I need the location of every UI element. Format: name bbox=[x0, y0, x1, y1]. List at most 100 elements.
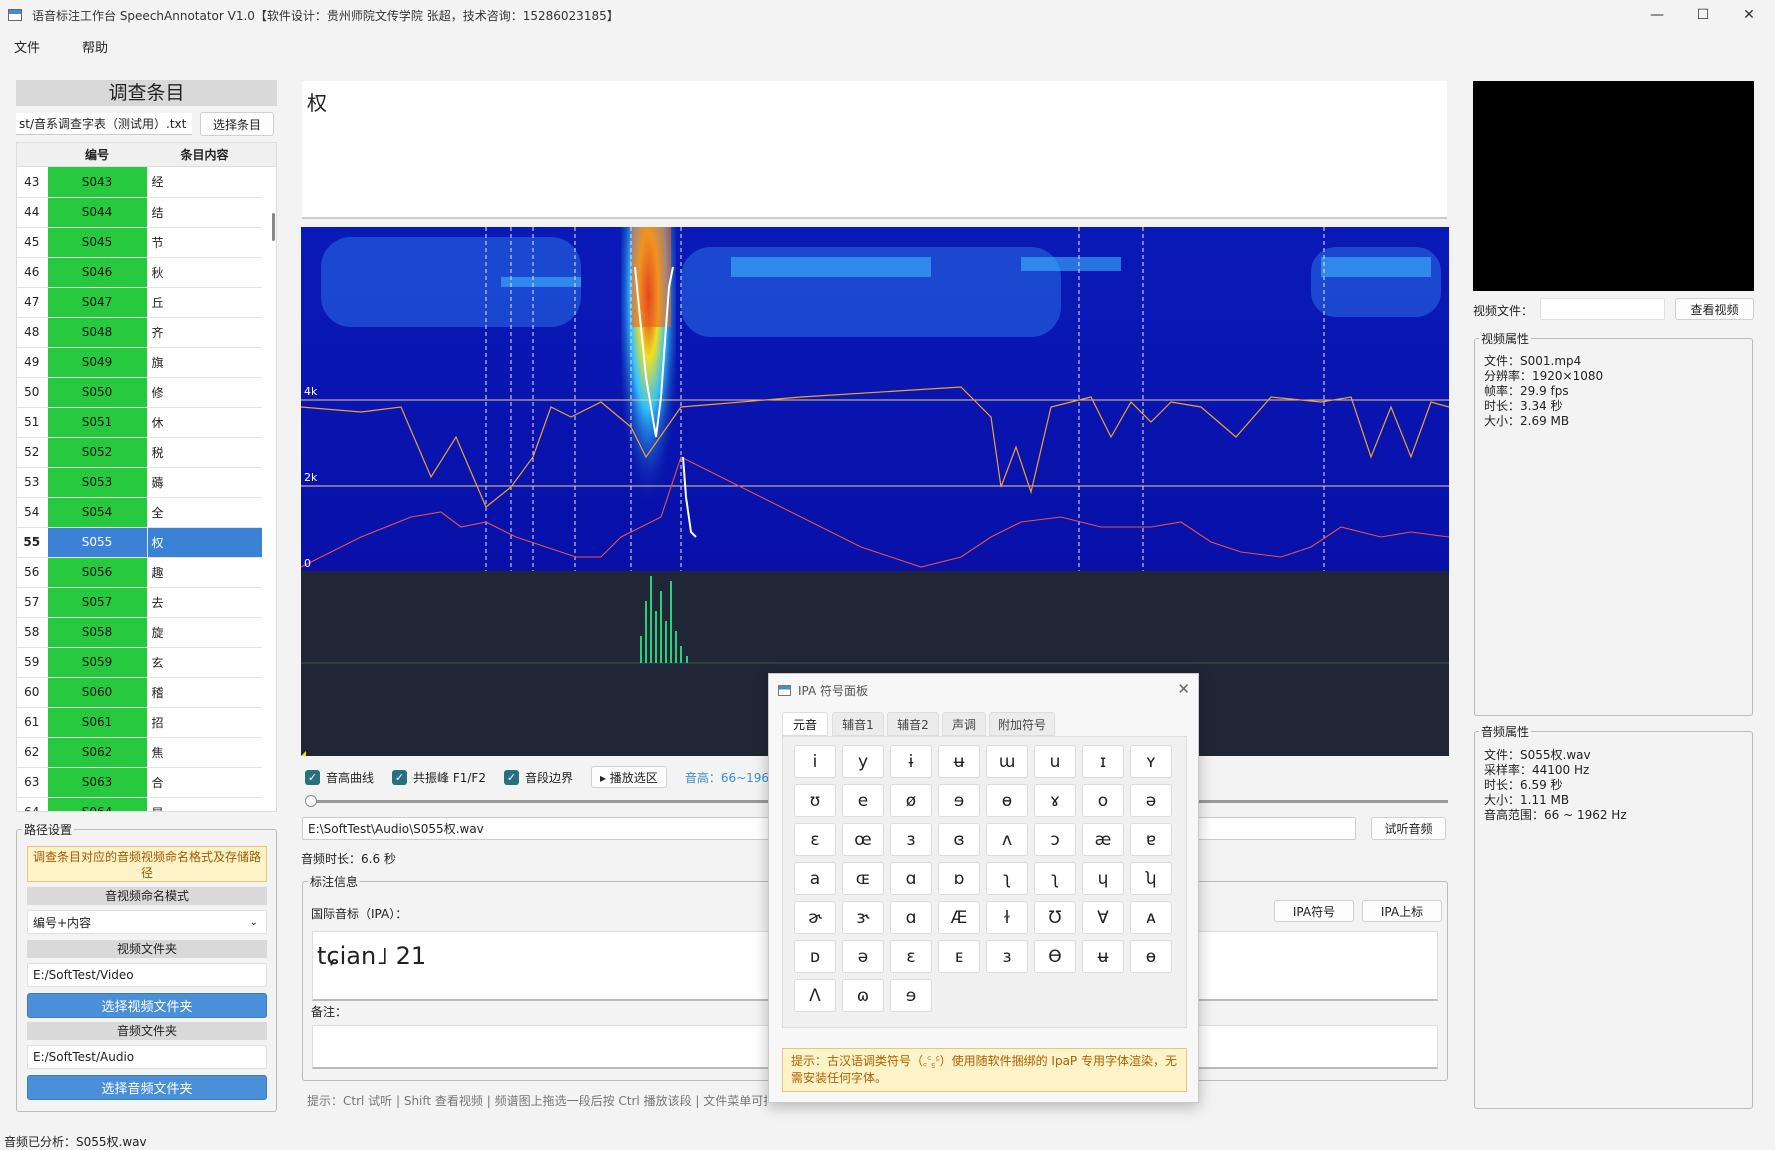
ipa-key[interactable]: ɨ bbox=[890, 745, 932, 778]
menu-help[interactable]: 帮助 bbox=[54, 37, 122, 56]
view-video-button[interactable]: 查看视频 bbox=[1675, 298, 1754, 320]
row-content[interactable]: 趣 bbox=[146, 557, 262, 588]
row-code[interactable]: S064 bbox=[46, 797, 147, 811]
tab-tone[interactable]: 声调 bbox=[942, 712, 986, 736]
table-row[interactable]: 44 S044 结 bbox=[17, 197, 262, 228]
row-code[interactable]: S062 bbox=[46, 737, 147, 768]
ipa-key[interactable]: ɫ bbox=[986, 901, 1028, 934]
ipa-key[interactable]: ɜ bbox=[890, 823, 932, 856]
select-items-button[interactable]: 选择条目 bbox=[200, 112, 274, 136]
row-content[interactable]: 焦 bbox=[146, 737, 262, 768]
row-content[interactable]: 旋 bbox=[146, 617, 262, 648]
ipa-key[interactable]: Ʊ bbox=[1034, 901, 1076, 934]
ipa-key[interactable]: ɘ bbox=[890, 979, 932, 1012]
ipa-key[interactable]: ɝ bbox=[842, 901, 884, 934]
row-code[interactable]: S056 bbox=[46, 557, 147, 588]
row-content[interactable]: 薅 bbox=[146, 467, 262, 498]
video-folder-input[interactable]: E:/SoftTest/Video bbox=[27, 963, 267, 987]
tab-vowel[interactable]: 元音 bbox=[782, 712, 828, 736]
play-selection-button[interactable]: ▸ 播放选区 bbox=[590, 766, 667, 788]
tab-consonant2[interactable]: 辅音2 bbox=[887, 712, 939, 736]
row-content[interactable]: 玄 bbox=[146, 647, 262, 678]
dialog-close-icon[interactable]: ✕ bbox=[1177, 680, 1190, 698]
ipa-key[interactable]: o bbox=[1082, 784, 1124, 817]
slider-handle[interactable] bbox=[305, 795, 317, 807]
ipa-key[interactable]: ɔ bbox=[1034, 823, 1076, 856]
close-button[interactable]: ✕ bbox=[1726, 0, 1772, 30]
ipa-key[interactable]: ə bbox=[842, 940, 884, 973]
survey-file-field[interactable]: st/音系调查字表（测试用）.txt bbox=[16, 113, 192, 135]
choose-audio-folder-button[interactable]: 选择音频文件夹 bbox=[27, 1075, 267, 1100]
row-code[interactable]: S051 bbox=[46, 407, 147, 438]
ipa-key[interactable]: ɪ bbox=[1082, 745, 1124, 778]
ipa-key[interactable]: ɑ bbox=[890, 862, 932, 895]
ipa-key[interactable]: Λ bbox=[794, 979, 836, 1012]
table-row[interactable]: 46 S046 秋 bbox=[17, 257, 262, 288]
maximize-button[interactable]: ☐ bbox=[1680, 0, 1726, 30]
table-row[interactable]: 60 S060 稽 bbox=[17, 677, 262, 708]
row-code[interactable]: S047 bbox=[46, 287, 147, 318]
row-content[interactable]: 修 bbox=[146, 377, 262, 408]
menu-file[interactable]: 文件 bbox=[0, 37, 54, 56]
row-content[interactable]: 丘 bbox=[146, 287, 262, 318]
ipa-key[interactable]: ᴇ bbox=[938, 940, 980, 973]
table-row[interactable]: 58 S058 旋 bbox=[17, 617, 262, 648]
ipa-key[interactable]: ɷ bbox=[842, 979, 884, 1012]
table-row[interactable]: 52 S052 税 bbox=[17, 437, 262, 468]
row-content[interactable]: 去 bbox=[146, 587, 262, 618]
ipa-key[interactable]: ʊ bbox=[794, 784, 836, 817]
ipa-key[interactable]: Ɐ bbox=[1082, 901, 1124, 934]
minimize-button[interactable]: — bbox=[1634, 0, 1680, 30]
ipa-key[interactable]: ʉ bbox=[938, 745, 980, 778]
row-content[interactable]: 税 bbox=[146, 437, 262, 468]
ipa-key[interactable]: ɛ bbox=[890, 940, 932, 973]
table-row[interactable]: 56 S056 趣 bbox=[17, 557, 262, 588]
ipa-key[interactable]: ʌ bbox=[986, 823, 1028, 856]
ipa-key[interactable]: ɒ bbox=[938, 862, 980, 895]
table-row[interactable]: 47 S047 丘 bbox=[17, 287, 262, 318]
table-row[interactable]: 50 S050 修 bbox=[17, 377, 262, 408]
table-row[interactable]: 57 S057 去 bbox=[17, 587, 262, 618]
row-code[interactable]: S058 bbox=[46, 617, 147, 648]
table-scrollbar[interactable] bbox=[272, 213, 275, 241]
table-row[interactable]: 48 S048 齐 bbox=[17, 317, 262, 348]
row-code[interactable]: S059 bbox=[46, 647, 147, 678]
table-row[interactable]: 63 S063 合 bbox=[17, 767, 262, 798]
ipa-key[interactable]: ɘ bbox=[938, 784, 980, 817]
row-code[interactable]: S054 bbox=[46, 497, 147, 528]
ipa-key[interactable]: ᴀ bbox=[1130, 901, 1172, 934]
table-row[interactable]: 43 S043 经 bbox=[17, 167, 262, 198]
table-row[interactable]: 64S064早 bbox=[17, 797, 262, 811]
row-code[interactable]: S060 bbox=[46, 677, 147, 708]
tab-consonant1[interactable]: 辅音1 bbox=[832, 712, 884, 736]
ipa-key[interactable]: œ bbox=[842, 823, 884, 856]
row-content[interactable]: 权 bbox=[146, 527, 262, 558]
row-content[interactable]: 早 bbox=[146, 797, 262, 811]
ipa-key[interactable]: Æ bbox=[938, 901, 980, 934]
ipa-key[interactable]: u bbox=[1034, 745, 1076, 778]
row-content[interactable]: 齐 bbox=[146, 317, 262, 348]
ipa-key[interactable]: ᴅ bbox=[794, 940, 836, 973]
row-code[interactable]: S052 bbox=[46, 437, 147, 468]
col-code[interactable]: 编号 bbox=[47, 143, 147, 166]
ipa-key[interactable]: ɤ bbox=[1034, 784, 1076, 817]
row-content[interactable]: 结 bbox=[146, 197, 262, 228]
row-code[interactable]: S055 bbox=[46, 527, 147, 558]
ipa-key[interactable]: ɞ bbox=[938, 823, 980, 856]
row-code[interactable]: S061 bbox=[46, 707, 147, 738]
table-row[interactable]: 55 S055 权 bbox=[17, 527, 262, 558]
table-row[interactable]: 54 S054 全 bbox=[17, 497, 262, 528]
row-code[interactable]: S053 bbox=[46, 467, 147, 498]
table-row[interactable]: 53 S053 薅 bbox=[17, 467, 262, 498]
ipa-key[interactable]: ə bbox=[1130, 784, 1172, 817]
ipa-key[interactable]: ʅ bbox=[1034, 862, 1076, 895]
pitch-checkbox[interactable]: ✓ 音高曲线 bbox=[305, 769, 374, 786]
ipa-key[interactable]: æ bbox=[1082, 823, 1124, 856]
choose-video-folder-button[interactable]: 选择视频文件夹 bbox=[27, 993, 267, 1018]
ipa-key[interactable]: e bbox=[842, 784, 884, 817]
table-row[interactable]: 51 S051 休 bbox=[17, 407, 262, 438]
table-row[interactable]: 45 S045 节 bbox=[17, 227, 262, 258]
ipa-key[interactable]: ɛ bbox=[794, 823, 836, 856]
audio-folder-input[interactable]: E:/SoftTest/Audio bbox=[27, 1045, 267, 1069]
row-code[interactable]: S045 bbox=[46, 227, 147, 258]
